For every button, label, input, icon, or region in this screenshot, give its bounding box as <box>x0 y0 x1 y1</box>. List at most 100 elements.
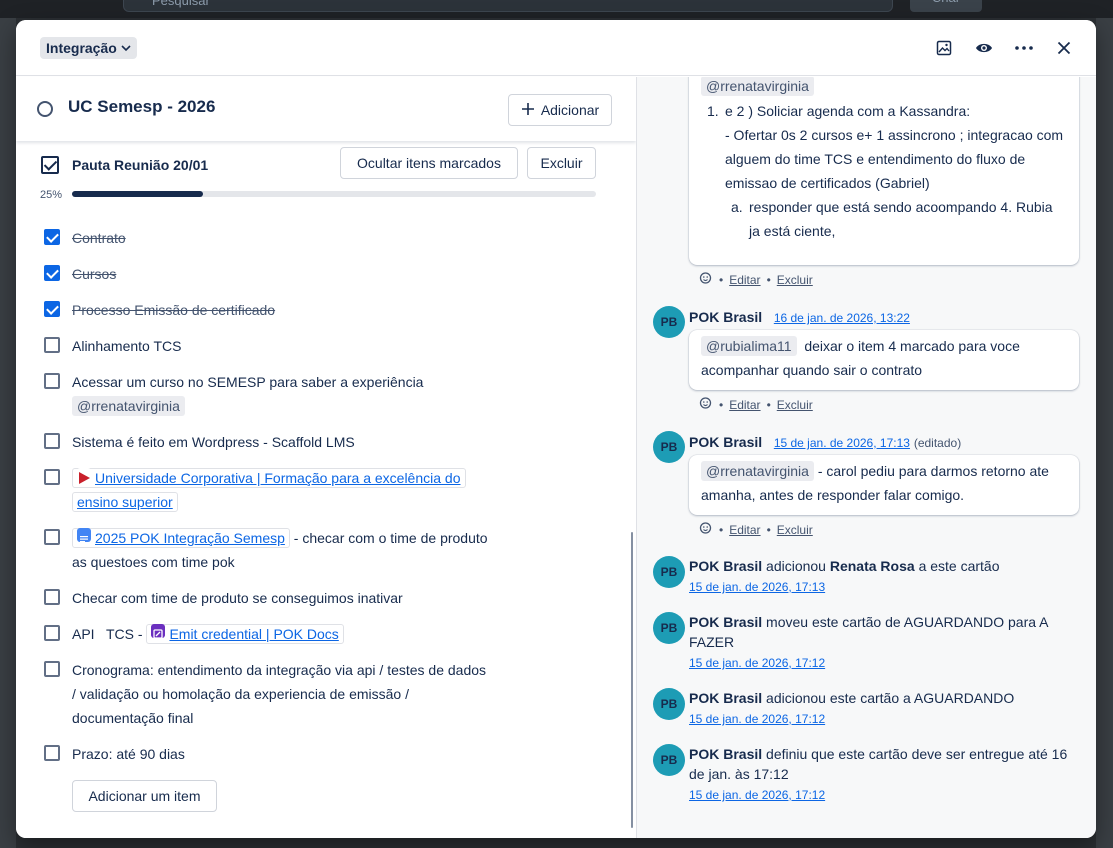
item-text[interactable]: 2025 POK Integração Semesp - checar com … <box>72 526 492 574</box>
item-checkbox[interactable] <box>44 337 60 353</box>
list-number: 1. <box>707 103 719 119</box>
comment-timestamp[interactable]: 16 de jan. de 2026, 13:22 <box>774 311 910 325</box>
comment-actions: • Editar • Excluir <box>699 271 813 288</box>
activity-pane: @rrenatavirginia 1. e 2 ) Soliciar agend… <box>636 77 1096 838</box>
delete-comment-link[interactable]: Excluir <box>777 523 813 537</box>
item-checkbox[interactable] <box>44 625 60 641</box>
edit-comment-link[interactable]: Editar <box>729 523 760 537</box>
item-text[interactable]: Universidade Corporativa | Formação para… <box>72 466 512 514</box>
smart-link-chip[interactable]: 2025 POK Integração Semesp <box>72 528 290 548</box>
item-checkbox[interactable] <box>44 661 60 677</box>
create-button[interactable]: Criar <box>910 0 982 12</box>
activity-entry: POK Brasil adicionou este cartão a AGUAR… <box>689 688 1079 729</box>
mention-chip[interactable]: @rubialima11 <box>701 336 797 356</box>
author-name[interactable]: POK Brasil <box>689 309 762 325</box>
list-selector-label: Integração <box>46 40 117 56</box>
activity-entry: POK Brasil definiu que este cartão deve … <box>689 744 1074 805</box>
activity-timestamp[interactable]: 15 de jan. de 2026, 17:12 <box>689 712 825 726</box>
smart-link-chip-continued[interactable]: ensino superior <box>72 492 178 512</box>
item-text[interactable]: Acessar um curso no SEMESP para saber a … <box>72 370 552 418</box>
mention-chip[interactable]: @rrenatavirginia <box>72 396 185 416</box>
item-text[interactable]: Processo Emissão de certificado <box>72 298 502 322</box>
avatar[interactable]: PB <box>653 744 685 776</box>
hide-checked-button[interactable]: Ocultar itens marcados <box>340 147 518 179</box>
item-text[interactable]: Checar com time de produto se conseguimo… <box>72 586 502 610</box>
add-item-button[interactable]: Adicionar um item <box>72 780 217 812</box>
author-name[interactable]: POK Brasil <box>689 690 762 706</box>
card-title[interactable]: UC Semesp - 2026 <box>68 97 215 117</box>
item-text[interactable]: Alinhamento TCS <box>72 334 502 358</box>
avatar[interactable]: PB <box>653 431 685 463</box>
author-name[interactable]: POK Brasil <box>689 746 762 762</box>
board-right-edge <box>1096 18 1113 848</box>
complete-toggle[interactable] <box>37 101 53 117</box>
link-text: Universidade Corporativa | Formação para… <box>95 470 461 486</box>
item-text[interactable]: Cronograma: entendimento da integração v… <box>72 658 492 730</box>
progress-bar-fill <box>72 191 203 197</box>
activity-timestamp[interactable]: 15 de jan. de 2026, 17:13 <box>689 580 825 594</box>
plus-icon <box>521 102 535 119</box>
comment-line: e 2 ) Soliciar agenda com a Kassandra: <box>725 103 971 119</box>
item-text[interactable]: Sistema é feito em Wordpress - Scaffold … <box>72 430 502 454</box>
activity-text: a este cartão <box>918 558 1000 574</box>
delete-comment-link[interactable]: Excluir <box>777 398 813 412</box>
avatar[interactable]: PB <box>653 556 685 588</box>
avatar[interactable]: PB <box>653 612 685 644</box>
delete-checklist-button[interactable]: Excluir <box>527 147 596 179</box>
close-icon[interactable] <box>1052 36 1076 60</box>
add-button[interactable]: Adicionar <box>508 94 612 126</box>
item-checkbox[interactable] <box>44 433 60 449</box>
item-checkbox[interactable] <box>44 589 60 605</box>
activity-text: adicionou este cartão a AGUARDANDO <box>766 690 1015 706</box>
avatar[interactable]: PB <box>653 688 685 720</box>
activity-timestamp[interactable]: 15 de jan. de 2026, 17:12 <box>689 656 825 670</box>
more-options-icon[interactable] <box>1012 36 1036 60</box>
smart-link-chip[interactable]: Emit credential | POK Docs <box>146 624 344 644</box>
add-reaction-icon[interactable] <box>699 521 713 538</box>
delete-comment-link[interactable]: Excluir <box>777 273 813 287</box>
edit-comment-link[interactable]: Editar <box>729 398 760 412</box>
item-checkbox[interactable] <box>44 529 60 545</box>
eye-icon[interactable] <box>972 36 996 60</box>
image-icon[interactable] <box>932 36 956 60</box>
comment-actions: • Editar • Excluir <box>699 521 813 538</box>
item-text[interactable]: Contrato <box>72 226 502 250</box>
checklist-title[interactable]: Pauta Reunião 20/01 <box>72 157 208 173</box>
progress-percent: 25% <box>40 189 63 201</box>
avatar[interactable]: PB <box>653 306 685 338</box>
item-checkbox[interactable] <box>44 469 60 485</box>
sub-list-marker: a. <box>731 199 743 215</box>
item-text[interactable]: Cursos <box>72 262 502 286</box>
activity-timestamp[interactable]: 15 de jan. de 2026, 17:12 <box>689 788 825 802</box>
mention-chip[interactable]: @rrenatavirginia <box>701 461 814 481</box>
mention-chip[interactable]: @rrenatavirginia <box>701 77 814 96</box>
add-reaction-icon[interactable] <box>699 271 713 288</box>
edit-comment-link[interactable]: Editar <box>729 273 760 287</box>
board-search-input[interactable]: Pesquisar <box>123 0 893 12</box>
item-text[interactable]: API TCS - Emit credential | POK Docs <box>72 622 502 646</box>
item-text-main: Acessar um curso no SEMESP para saber a … <box>72 374 424 390</box>
comment-line: responder que está sendo acoompando 4. R… <box>749 199 1053 239</box>
item-text[interactable]: Prazo: até 90 dias <box>72 742 502 766</box>
author-name[interactable]: POK Brasil <box>689 434 762 450</box>
item-checkbox[interactable] <box>44 745 60 761</box>
pok-docs-icon <box>151 624 166 639</box>
add-reaction-icon[interactable] <box>699 396 713 413</box>
comment-header: POK Brasil 16 de jan. de 2026, 13:22 <box>689 309 910 325</box>
smart-link-chip[interactable]: Universidade Corporativa | Formação para… <box>72 468 466 488</box>
item-text-before: API TCS - <box>72 626 147 642</box>
comment-timestamp[interactable]: 15 de jan. de 2026, 17:13 <box>774 436 910 450</box>
comment-header: POK Brasil 15 de jan. de 2026, 17:13 (ed… <box>689 434 961 450</box>
item-checkbox[interactable] <box>44 373 60 389</box>
checklist-icon <box>41 156 59 174</box>
scrollbar[interactable] <box>631 532 633 828</box>
author-name[interactable]: POK Brasil <box>689 558 762 574</box>
item-checkbox[interactable] <box>44 265 60 281</box>
link-text: 2025 POK Integração Semesp <box>95 530 285 546</box>
card-details-pane: Pauta Reunião 20/01 Ocultar itens marcad… <box>16 77 636 838</box>
author-name[interactable]: POK Brasil <box>689 614 762 630</box>
list-selector[interactable]: Integração <box>40 37 137 59</box>
item-checkbox[interactable] <box>44 301 60 317</box>
comment-actions: • Editar • Excluir <box>699 396 813 413</box>
item-checkbox[interactable] <box>44 229 60 245</box>
